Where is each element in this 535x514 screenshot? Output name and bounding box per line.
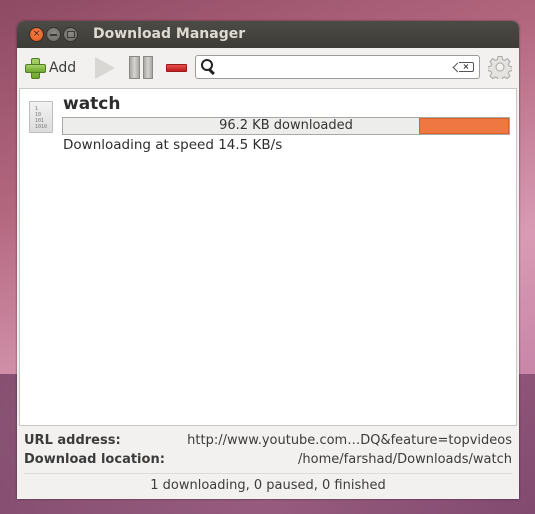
pause-button[interactable] bbox=[129, 56, 153, 79]
downloads-list[interactable]: 1 10 101 1010 watch 96.2 KB downloaded D… bbox=[19, 88, 517, 426]
location-value: /home/farshad/Downloads/watch bbox=[298, 452, 512, 467]
title-bar[interactable]: × Download Manager bbox=[17, 21, 519, 48]
add-label: Add bbox=[49, 60, 77, 76]
close-icon: × bbox=[32, 29, 41, 39]
pause-icon-bar-left bbox=[129, 56, 140, 79]
progress-label: 96.2 KB downloaded bbox=[219, 118, 353, 133]
url-label: URL address: bbox=[24, 433, 121, 448]
minimize-window-button[interactable] bbox=[46, 27, 61, 42]
download-status: Downloading at speed 14.5 KB/s bbox=[63, 137, 283, 153]
toolbar: Add × bbox=[17, 48, 519, 88]
location-label: Download location: bbox=[24, 452, 165, 467]
minimize-icon bbox=[50, 33, 57, 36]
url-value: http://www.youtube.com…DQ&feature=topvid… bbox=[187, 433, 512, 448]
gear-icon[interactable] bbox=[488, 55, 512, 79]
download-manager-window: × Download Manager Add × 1 10 101 1010 w… bbox=[17, 21, 519, 499]
window-title: Download Manager bbox=[93, 26, 246, 42]
download-progress-bar: 96.2 KB downloaded bbox=[62, 117, 510, 135]
maximize-icon bbox=[66, 31, 75, 38]
remove-button[interactable] bbox=[166, 64, 187, 72]
separator bbox=[24, 473, 512, 474]
plus-icon bbox=[25, 58, 46, 79]
clear-icon[interactable]: × bbox=[459, 62, 474, 72]
file-icon-line: 1010 bbox=[35, 124, 48, 130]
search-icon bbox=[199, 57, 219, 77]
location-row: Download location: /home/farshad/Downloa… bbox=[24, 450, 512, 469]
close-window-button[interactable]: × bbox=[29, 27, 44, 42]
pause-icon-bar-right bbox=[142, 56, 153, 79]
download-name: watch bbox=[63, 94, 121, 114]
details-panel: URL address: http://www.youtube.com…DQ&f… bbox=[24, 431, 512, 493]
maximize-window-button[interactable] bbox=[63, 27, 78, 42]
search-field[interactable]: × bbox=[195, 55, 480, 79]
download-item[interactable]: 1 10 101 1010 watch 96.2 KB downloaded D… bbox=[20, 89, 516, 159]
add-button[interactable]: Add bbox=[25, 56, 76, 80]
url-row: URL address: http://www.youtube.com…DQ&f… bbox=[24, 431, 512, 450]
status-bar: 1 downloading, 0 paused, 0 finished bbox=[150, 478, 386, 493]
search-input[interactable] bbox=[219, 56, 459, 78]
start-button[interactable] bbox=[95, 57, 115, 79]
binary-file-icon: 1 10 101 1010 bbox=[29, 101, 53, 133]
